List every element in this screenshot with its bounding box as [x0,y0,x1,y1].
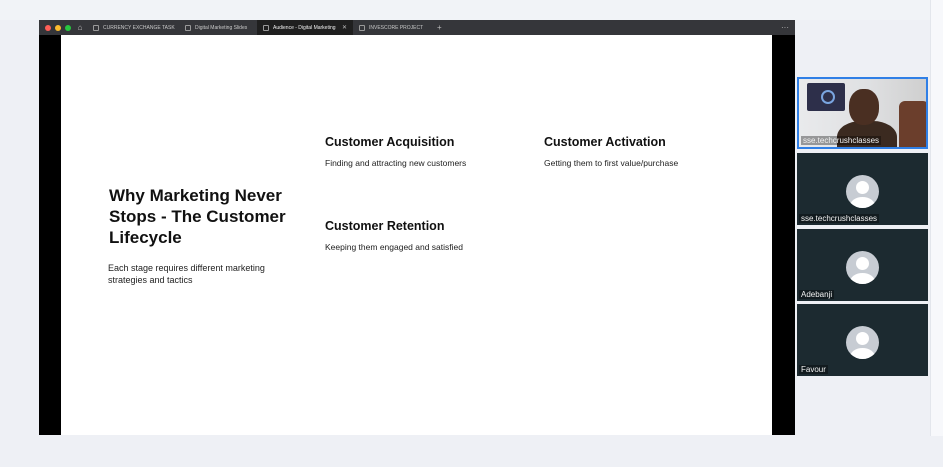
meeting-bottom-band [0,436,943,467]
right-scroll-gutter[interactable] [930,0,943,467]
participant-name: sse.techcrushclasses [799,214,880,223]
participant-tile[interactable]: sse.techcrushclasses [797,153,928,225]
window-controls [45,24,73,31]
participant-name: Favour [799,365,828,374]
home-icon[interactable]: ⌂ [73,23,87,32]
card-title-activation: Customer Activation [544,135,666,149]
tab-favicon-icon [185,24,191,31]
participant-name: Adebanji [799,290,835,299]
tab-label: INVESCORE PROJECT [369,24,424,31]
close-tab-icon[interactable]: ✕ [342,24,347,31]
slide-title: Why Marketing Never Stops - The Customer… [109,186,286,247]
card-text-acquisition: Finding and attracting new customers [325,158,467,168]
tab-favicon-icon [359,24,365,31]
browser-tab[interactable]: Digital Marketing Slides [179,20,257,35]
participant-tile-video[interactable]: sse.techcrushclasses [797,77,928,149]
participant-tile[interactable]: Adebanji [797,229,928,301]
default-avatar-icon [846,251,879,284]
new-tab-icon[interactable]: + [437,23,442,32]
card-text-activation: Getting them to first value/purchase [544,158,679,168]
slide-subtitle: Each stage requires different marketing … [108,263,265,285]
default-avatar-icon [846,175,879,208]
presentation-slide: Why Marketing Never Stops - The Customer… [61,35,772,435]
tab-label: Audience - Digital Marketing Slid [273,24,337,31]
background-furniture [899,101,926,147]
maximize-window-dot[interactable] [65,24,71,31]
default-avatar-icon [846,326,879,359]
shared-screen: ⌂ CURRENCY EXCHANGE TASK Digital Marketi… [39,20,795,435]
more-options-icon[interactable]: ··· [781,23,789,32]
wall-poster [807,83,845,111]
participant-name: sse.techcrushclasses [801,136,882,145]
card-text-retention: Keeping them engaged and satisfied [325,242,463,252]
tab-favicon-icon [93,24,99,31]
meeting-top-bar [0,0,943,20]
card-title-acquisition: Customer Acquisition [325,135,455,149]
tab-label: CURRENCY EXCHANGE TASK [103,24,175,31]
browser-tab-bar: ⌂ CURRENCY EXCHANGE TASK Digital Marketi… [39,20,795,35]
tab-label: Digital Marketing Slides [195,24,248,31]
participant-tile[interactable]: Favour [797,304,928,376]
browser-tab[interactable]: INVESCORE PROJECT [353,20,429,35]
participant-face [849,89,879,125]
close-window-dot[interactable] [45,24,51,31]
browser-tab-active[interactable]: Audience - Digital Marketing Slid ✕ [257,20,353,35]
tab-favicon-icon [263,24,269,31]
minimize-window-dot[interactable] [55,24,61,31]
browser-tab[interactable]: CURRENCY EXCHANGE TASK [87,20,179,35]
card-title-retention: Customer Retention [325,219,445,233]
